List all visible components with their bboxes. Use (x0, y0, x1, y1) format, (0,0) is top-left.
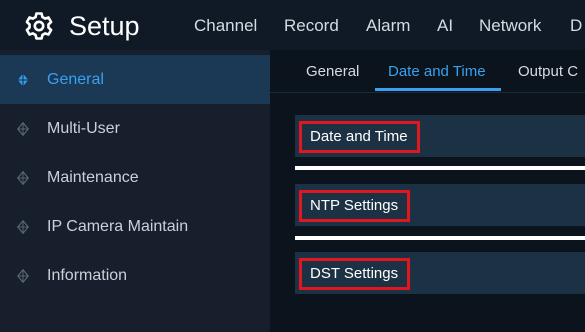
nav-network[interactable]: Network (479, 15, 541, 37)
section-ntp-settings[interactable]: NTP Settings (295, 184, 585, 226)
diamond-icon (17, 171, 29, 185)
tab-output[interactable]: Output C (518, 62, 578, 82)
sidebar-item-multi-user[interactable]: Multi-User (0, 104, 270, 153)
section-dst-settings[interactable]: DST Settings (295, 252, 585, 294)
tab-bar: General Date and Time Output C (270, 50, 585, 93)
main-content: General Date and Time Output C Date and … (270, 50, 585, 332)
sidebar-item-label: IP Camera Maintain (47, 218, 189, 235)
tab-date-and-time[interactable]: Date and Time (388, 62, 486, 82)
sidebar-item-ip-camera-maintain[interactable]: IP Camera Maintain (0, 202, 270, 251)
top-header: Setup Channel Record Alarm AI Network D (0, 0, 585, 50)
nav-channel[interactable]: Channel (194, 15, 257, 37)
nav-alarm[interactable]: Alarm (366, 15, 410, 37)
page-title: Setup (69, 11, 140, 41)
tab-general[interactable]: General (306, 62, 359, 82)
sidebar-item-label: Maintenance (47, 169, 139, 186)
section-label-ntp-settings: NTP Settings (299, 190, 411, 222)
setup-window: Setup Channel Record Alarm AI Network D … (0, 0, 585, 332)
nav-record[interactable]: Record (284, 15, 339, 37)
section-label-date-and-time: Date and Time (299, 121, 420, 153)
gear-icon (25, 12, 53, 40)
active-tab-indicator (375, 88, 501, 91)
diamond-icon (17, 122, 29, 136)
divider (295, 166, 585, 170)
sidebar-item-maintenance[interactable]: Maintenance (0, 153, 270, 202)
nav-more[interactable]: D (570, 15, 582, 37)
sidebar-item-general[interactable]: General (0, 55, 270, 104)
sidebar: General Multi-User Maintenance IP Camera… (0, 50, 270, 332)
sidebar-item-label: Information (47, 267, 128, 284)
section-label-dst-settings: DST Settings (299, 258, 411, 290)
diamond-icon (17, 220, 29, 234)
section-date-and-time[interactable]: Date and Time (295, 115, 585, 157)
divider (295, 236, 585, 240)
sidebar-item-label: General (47, 71, 104, 88)
sidebar-item-label: Multi-User (47, 120, 120, 137)
diamond-icon (17, 73, 29, 87)
nav-ai[interactable]: AI (437, 15, 453, 37)
diamond-icon (17, 269, 29, 283)
sidebar-item-information[interactable]: Information (0, 251, 270, 300)
